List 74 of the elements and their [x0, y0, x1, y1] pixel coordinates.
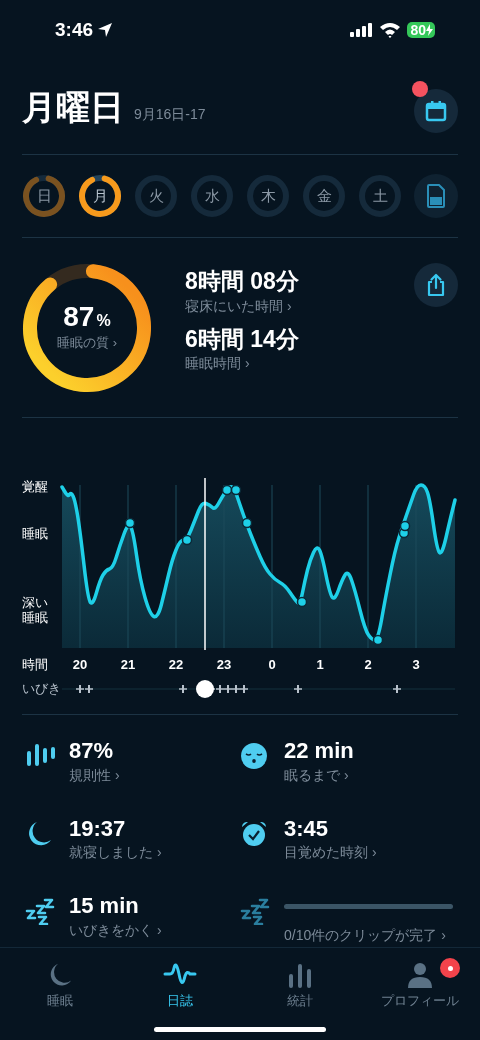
stat-value: 3:45 — [284, 814, 330, 842]
signal-icon — [349, 23, 374, 37]
calendar-icon — [425, 100, 447, 122]
metric-value: 8時間 08分 — [185, 266, 299, 296]
status-time: 3:46 — [55, 17, 94, 42]
day-title: 月曜日 — [22, 90, 124, 124]
date-range: 9月16日-17 — [134, 107, 206, 121]
stage-label: 睡眠 — [22, 527, 49, 542]
document-icon — [427, 184, 445, 208]
hour-label: 1 — [315, 656, 325, 674]
hour-label: 22 — [167, 656, 185, 674]
stat-link[interactable]: いびきをかく › — [69, 919, 240, 941]
hour-label: 2 — [363, 656, 373, 674]
stat-value: 19:37 — [69, 814, 127, 842]
stat-link[interactable]: 規則性 › — [69, 764, 240, 786]
day-ring-button[interactable]: 木 — [246, 174, 290, 218]
hour-label: 23 — [215, 656, 233, 674]
event-dot — [296, 596, 308, 608]
event-dot — [221, 484, 233, 496]
sleepy-face-icon — [240, 742, 268, 770]
report-button[interactable] — [414, 174, 458, 218]
sleep-quality-ring[interactable]: 87% 睡眠の質 › — [22, 262, 152, 393]
person-icon — [407, 962, 433, 988]
quality-value: 87 — [63, 302, 95, 331]
tab[interactable]: 統計 — [240, 948, 360, 1040]
day-ring-button[interactable]: 火 — [134, 174, 178, 218]
stat-link[interactable]: 眠るまで › — [284, 764, 455, 786]
tab[interactable]: 睡眠 — [0, 948, 120, 1040]
stat-value: 87% — [69, 737, 115, 765]
calendar-button[interactable] — [414, 89, 458, 133]
stat-link[interactable]: 0/10件のクリップが完了 › — [284, 925, 455, 946]
day-ring-button[interactable]: 金 — [302, 174, 346, 218]
event-dot — [181, 534, 193, 546]
tab[interactable]: 日誌 — [120, 948, 240, 1040]
snore-mark-icon — [294, 685, 302, 693]
event-dot — [241, 517, 253, 529]
stat-value: 22 min — [284, 737, 355, 765]
event-dot — [399, 520, 411, 532]
stat-link[interactable]: 目覚めた時刻 › — [284, 842, 455, 863]
hour-label: 3 — [411, 656, 421, 674]
hour-label: 21 — [119, 656, 137, 674]
stage-label: 覚醒 — [22, 480, 49, 495]
metric-link[interactable]: 寝床にいた時間 › — [185, 295, 299, 317]
percent-unit: % — [96, 312, 111, 329]
tab[interactable]: プロフィール — [360, 948, 480, 1040]
snore-mark-icon — [179, 685, 187, 693]
event-dot — [230, 484, 242, 496]
zzz-icon — [240, 897, 272, 925]
snore-mark-icon — [393, 685, 401, 693]
share-icon — [426, 273, 446, 297]
hour-label: 20 — [71, 656, 89, 674]
day-ring-button[interactable]: 土 — [358, 174, 402, 218]
hour-label: 0 — [267, 656, 277, 674]
bar-chart-icon — [287, 962, 313, 988]
day-ring-button[interactable]: 水 — [190, 174, 234, 218]
quality-label: 睡眠の質 › — [57, 333, 117, 352]
stat-link[interactable]: 就寝しました › — [69, 842, 240, 863]
alarm-clock-icon — [240, 819, 268, 848]
stage-label: 深い睡眠 — [22, 596, 49, 626]
battery-indicator: 80 — [407, 22, 435, 38]
day-ring-button[interactable]: 月 — [78, 174, 122, 218]
snore-label: いびき — [22, 682, 61, 695]
event-dot — [372, 634, 384, 646]
location-arrow-icon — [97, 22, 114, 38]
metric-value: 6時間 14分 — [185, 324, 299, 354]
share-button[interactable] — [414, 263, 458, 307]
metric-link[interactable]: 睡眠時間 › — [185, 353, 299, 375]
wifi-icon — [379, 22, 402, 38]
event-dot — [124, 517, 136, 529]
scrubber-handle[interactable] — [196, 680, 214, 698]
axis-title: 時間 — [22, 656, 48, 674]
day-ring-button[interactable]: 日 — [22, 174, 66, 218]
stat-value: 15 min — [69, 892, 140, 920]
zzz-icon — [25, 897, 57, 925]
